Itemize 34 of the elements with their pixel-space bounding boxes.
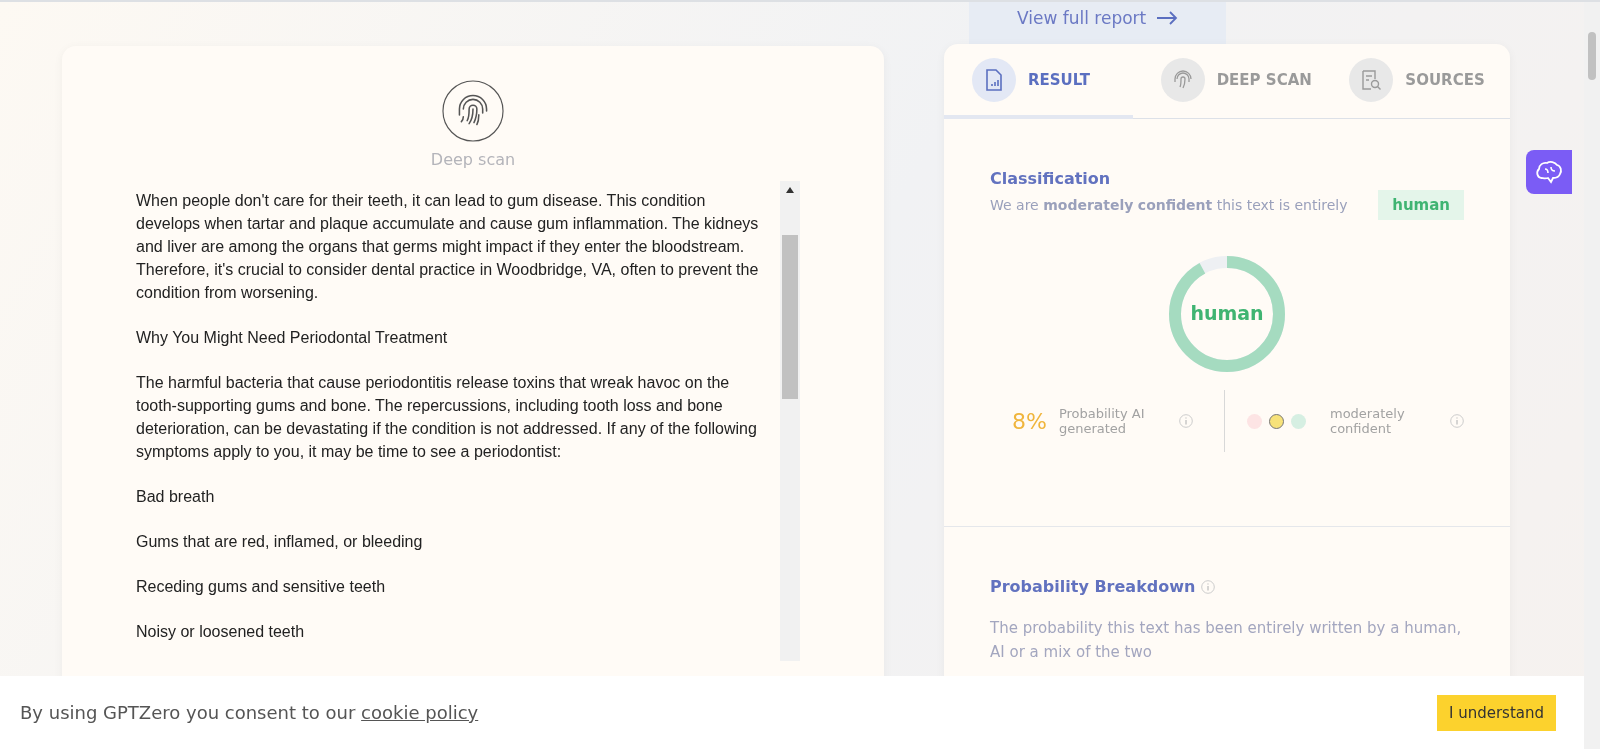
breakdown-description: The probability this text has been entirely written by a human, AI or a mix of the two — [990, 618, 1463, 663]
paragraph: Receding gums and sensitive teeth — [136, 577, 387, 597]
tab[interactable]: DEEP SCAN — [1132, 44, 1322, 119]
tab[interactable]: RESULT — [944, 44, 1133, 119]
accept-cookies-button[interactable]: I understand — [1436, 694, 1556, 731]
human-badge: human — [1378, 190, 1464, 220]
stat-label: Probability AI generated — [1058, 406, 1146, 436]
paragraph: Gums that are red, inflamed, or bleeding — [136, 532, 424, 552]
paragraph: Noisy or loosened teeth — [136, 622, 306, 642]
tab[interactable]: SOURCES — [1321, 44, 1510, 119]
ai-probability: 8% — [1012, 408, 1047, 434]
classification-sentence: We are moderately confident this text is entirely — [990, 197, 1348, 213]
info-icon[interactable] — [1450, 414, 1464, 428]
section-title: Classification — [990, 169, 1112, 188]
arrow-right-icon — [1156, 11, 1179, 25]
cookie-policy-link[interactable]: cookie policy — [361, 702, 479, 723]
section-title: Probability Breakdown — [990, 577, 1196, 596]
donut-label: human — [1190, 302, 1264, 326]
panel-title: Deep scan — [430, 150, 516, 169]
info-icon[interactable] — [1178, 414, 1193, 428]
brain-icon[interactable] — [1526, 150, 1572, 194]
scrollbar[interactable] — [780, 181, 800, 661]
fingerprint-icon — [442, 80, 504, 142]
view-full-report-link[interactable]: View full report — [969, 2, 1227, 44]
fingerprint-icon — [1171, 68, 1194, 91]
document-search-icon — [1360, 68, 1383, 91]
paragraph: When people don't care for their teeth, it can lead to gum disease. This condition develops when tartar and plaque accumulate and cause gum inflammation. The kidneys and liver are among the organs that germs might impact if they enter the bloodstream. Therefore, it's crucial to consider dental practice in Woodbridge, VA, often to prevent the condition from worsening. — [136, 191, 760, 303]
paragraph: Bad breath — [136, 487, 216, 507]
info-icon[interactable] — [1201, 579, 1216, 594]
paragraph: Why You Might Need Periodontal Treatment — [136, 328, 449, 348]
stat-label: moderately confident — [1330, 406, 1406, 436]
cookie-notice: By using GPTZero you consent to our cookie policy — [20, 702, 479, 723]
document-chart-icon — [984, 68, 1004, 91]
paragraph: The harmful bacteria that cause periodontitis release toxins that wreak havoc on the tooth-supporting gums and bone. The repercussions, including tooth loss and bone deterioration, can be devastating if the condition is not addressed. If any of the following symptoms apply to you, it may be time to see a periodontist: — [136, 373, 758, 462]
